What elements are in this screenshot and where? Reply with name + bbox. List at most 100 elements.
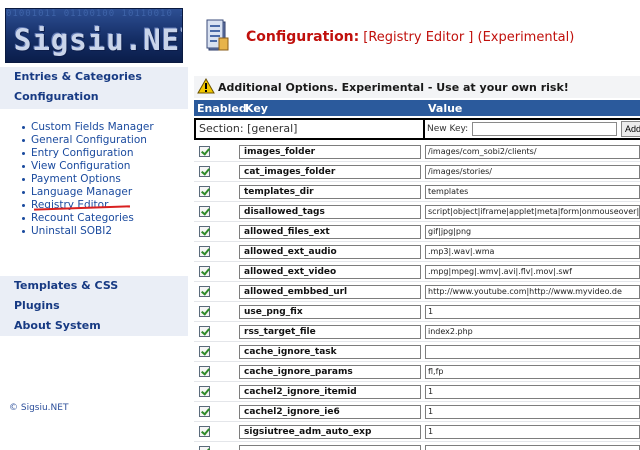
bullet-icon [22,203,25,207]
enabled-checkbox[interactable] [199,246,210,257]
logo-text: Sigsiu.NET [14,23,183,57]
submenu-custom-fields-manager[interactable]: Custom Fields Manager [22,121,154,134]
value-field[interactable]: /images/stories/ [425,165,640,179]
bullet-icon [22,190,25,194]
enabled-checkbox[interactable] [199,426,210,437]
add-key-button[interactable]: Add [621,121,640,137]
submenu-general-configuration[interactable]: General Configuration [22,134,154,147]
value-field[interactable]: /images/com_sobi2/clients/ [425,145,640,159]
table-row: cache_ignore_task [194,342,640,362]
nav-plugins[interactable]: Plugins [0,296,188,316]
table-row: use_png_fix 1 [194,302,640,322]
submenu-uninstall-sobi2[interactable]: Uninstall SOBI2 [22,225,154,238]
enabled-checkbox[interactable] [199,326,210,337]
nav-entries-categories[interactable]: Entries & Categories [0,67,188,87]
value-field[interactable]: .mpg|mpeg|.wmv|.avi|.flv|.mov|.swf [425,265,640,279]
nav-top-group: Entries & Categories Configuration [0,67,188,109]
enabled-checkbox[interactable] [199,286,210,297]
key-field[interactable]: templates_dir [239,185,421,199]
submenu-label: Uninstall SOBI2 [31,225,113,237]
logo[interactable]: 01001011 01100100 10110010 11001010 0110… [5,8,183,63]
table-row [194,442,640,450]
table-row: cachel2_ignore_ie6 1 [194,402,640,422]
bullet-icon [22,216,25,220]
enabled-checkbox[interactable] [199,386,210,397]
table-row: allowed_ext_video .mpg|mpeg|.wmv|.avi|.fl… [194,262,640,282]
value-field[interactable]: gif|jpg|png [425,225,640,239]
submenu-label: Payment Options [31,173,121,185]
key-field[interactable]: sigsiutree_adm_auto_exp [239,425,421,439]
table-row: sigsiutree_adm_auto_exp 1 [194,422,640,442]
table-row: images_folder/images/com_sobi2/clients/ [194,142,640,162]
enabled-checkbox[interactable] [199,406,210,417]
submenu-label: Custom Fields Manager [31,121,154,133]
key-field[interactable]: images_folder [239,145,421,159]
submenu-view-configuration[interactable]: View Configuration [22,160,154,173]
value-field[interactable]: 1 [425,425,640,439]
enabled-checkbox[interactable] [199,306,210,317]
key-field[interactable]: cachel2_ignore_ie6 [239,405,421,419]
sidebar: 01001011 01100100 10110010 11001010 0110… [0,0,190,450]
bullet-icon [22,151,25,155]
section-row: Section: [general] New Key: Add [194,118,640,140]
enabled-checkbox[interactable] [199,166,210,177]
bullet-icon [22,138,25,142]
nav-about-system[interactable]: About System [0,316,188,336]
value-field[interactable]: fl,fp [425,365,640,379]
key-field[interactable] [239,445,421,450]
value-field[interactable]: script|object|iframe|applet|meta|form|on… [425,205,640,219]
new-key-input[interactable] [472,122,617,136]
key-field[interactable]: allowed_embbed_url [239,285,421,299]
table-row: disallowed_tags script|object|iframe|appl… [194,202,640,222]
submenu-label: View Configuration [31,160,131,172]
key-field[interactable]: use_png_fix [239,305,421,319]
bullet-icon [22,229,25,233]
enabled-checkbox[interactable] [199,146,210,157]
enabled-checkbox[interactable] [199,206,210,217]
submenu-payment-options[interactable]: Payment Options [22,173,154,186]
copyright[interactable]: © Sigsiu.NET [9,403,68,413]
value-field[interactable]: .mp3|.wav|.wma [425,245,640,259]
submenu-label: Language Manager [31,186,133,198]
new-key-cell: New Key: Add [425,118,640,140]
table-row: templates_dir templates [194,182,640,202]
key-field[interactable]: rss_target_file [239,325,421,339]
registry-editor-icon [206,19,229,51]
key-field[interactable]: cache_ignore_params [239,365,421,379]
enabled-checkbox[interactable] [199,266,210,277]
key-field[interactable]: cachel2_ignore_itemid [239,385,421,399]
table-row: cache_ignore_params fl,fp [194,362,640,382]
value-field[interactable]: templates [425,185,640,199]
value-field[interactable]: http://www.youtube.com|http://www.myvide… [425,285,640,299]
key-field[interactable]: disallowed_tags [239,205,421,219]
submenu-recount-categories[interactable]: Recount Categories [22,212,154,225]
submenu-label: Recount Categories [31,212,134,224]
value-field[interactable]: 1 [425,385,640,399]
enabled-checkbox[interactable] [199,186,210,197]
submenu-entry-configuration[interactable]: Entry Configuration [22,147,154,160]
value-field[interactable]: 1 [425,305,640,319]
nav-configuration[interactable]: Configuration [0,87,188,107]
enabled-checkbox[interactable] [199,346,210,357]
section-label: Section: [general] [194,118,425,140]
enabled-checkbox[interactable] [199,446,210,450]
enabled-checkbox[interactable] [199,226,210,237]
submenu-language-manager[interactable]: Language Manager [22,186,154,199]
table-row: allowed_ext_audio .mp3|.wav|.wma [194,242,640,262]
key-field[interactable]: cache_ignore_task [239,345,421,359]
value-field[interactable]: 1 [425,405,640,419]
configuration-submenu: Custom Fields Manager General Configurat… [22,121,154,238]
enabled-checkbox[interactable] [199,366,210,377]
key-field[interactable]: allowed_files_ext [239,225,421,239]
key-field[interactable]: cat_images_folder [239,165,421,179]
nav-templates-css[interactable]: Templates & CSS [0,276,188,296]
new-key-label: New Key: [427,124,469,134]
key-field[interactable]: allowed_ext_audio [239,245,421,259]
warning-text: Additional Options. Experimental - Use a… [218,81,569,94]
submenu-label: General Configuration [31,134,147,146]
value-field[interactable] [425,445,640,450]
page-title-sub: [Registry Editor ] (Experimental) [363,30,575,45]
key-field[interactable]: allowed_ext_video [239,265,421,279]
value-field[interactable] [425,345,640,359]
value-field[interactable]: index2.php [425,325,640,339]
